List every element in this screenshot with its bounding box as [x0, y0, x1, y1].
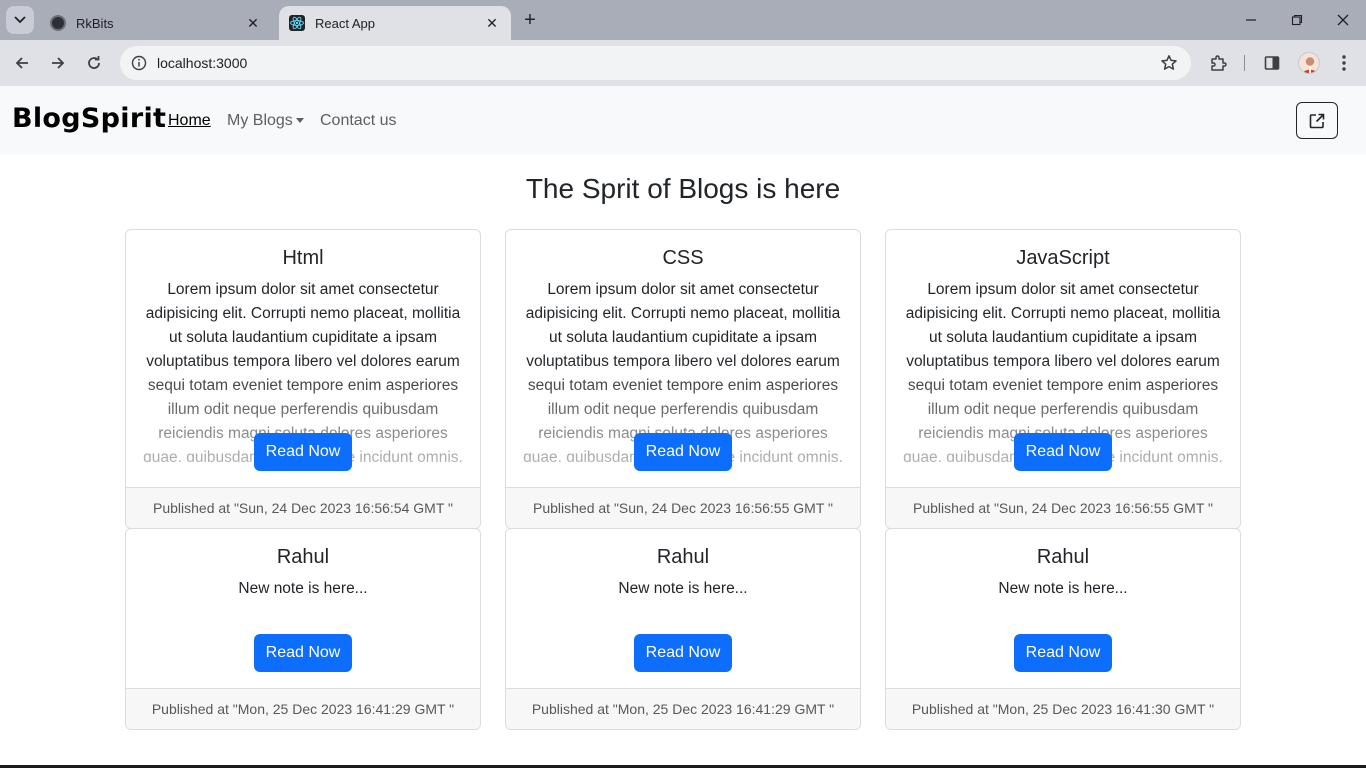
- card-title: Rahul: [656, 546, 710, 568]
- extensions-icon[interactable]: [1206, 51, 1230, 75]
- blog-card: Rahul New note is here... Read Now Publi…: [125, 528, 481, 730]
- card-title: JavaScript: [1016, 247, 1110, 269]
- blog-card: JavaScript Lorem ipsum dolor sit amet co…: [885, 229, 1241, 529]
- external-link-button[interactable]: [1296, 102, 1338, 139]
- card-title: Rahul: [276, 546, 330, 568]
- brand-logo[interactable]: BlogSpirit: [12, 103, 166, 134]
- restore-icon[interactable]: [1285, 8, 1309, 32]
- toolbar-separator: [1244, 55, 1245, 71]
- tab-title: RkBits: [76, 15, 114, 31]
- url-text[interactable]: localhost:3000: [157, 55, 247, 71]
- nav-link-my-blogs[interactable]: My Blogs: [227, 112, 304, 130]
- read-now-button[interactable]: Read Now: [254, 433, 352, 471]
- web-page: BlogSpirit Home My Blogs Contact us The …: [0, 86, 1366, 766]
- tab-search-icon[interactable]: [6, 6, 34, 34]
- card-footer: Published at "Sun, 24 Dec 2023 16:56:55 …: [506, 487, 860, 528]
- read-now-button[interactable]: Read Now: [1014, 634, 1112, 672]
- blog-card: Rahul New note is here... Read Now Publi…: [505, 528, 861, 730]
- reload-icon[interactable]: [82, 51, 106, 75]
- tab-rkbits[interactable]: RkBits ✕: [40, 6, 272, 40]
- nav-link-contact[interactable]: Contact us: [320, 112, 396, 130]
- tab-title: React App: [315, 15, 375, 31]
- new-tab-icon[interactable]: +: [519, 9, 541, 31]
- nav-link-home[interactable]: Home: [168, 112, 211, 130]
- card-title: Rahul: [1036, 546, 1090, 568]
- forward-icon[interactable]: [46, 51, 70, 75]
- page-heading: The Sprit of Blogs is here: [525, 173, 841, 204]
- card-text: New note is here...: [998, 580, 1128, 597]
- blog-card: Rahul New note is here... Read Now Publi…: [885, 528, 1241, 730]
- read-now-button[interactable]: Read Now: [634, 634, 732, 672]
- card-footer: Published at "Sun, 24 Dec 2023 16:56:54 …: [126, 487, 480, 528]
- close-window-icon[interactable]: [1331, 8, 1355, 32]
- profile-avatar[interactable]: [1298, 52, 1320, 74]
- card-title: CSS: [662, 247, 704, 269]
- external-link-icon: [1309, 113, 1325, 128]
- read-now-button[interactable]: Read Now: [1014, 433, 1112, 471]
- caret-down-icon: [295, 118, 304, 124]
- card-title: Html: [282, 247, 324, 269]
- browser-toolbar: localhost:3000: [0, 40, 1366, 86]
- nav-link-label: My Blogs: [227, 112, 293, 129]
- read-now-button[interactable]: Read Now: [634, 433, 732, 471]
- close-icon[interactable]: ✕: [244, 14, 262, 32]
- react-favicon-icon: [289, 15, 305, 31]
- blog-card: Html Lorem ipsum dolor sit amet consecte…: [125, 229, 481, 529]
- minimize-icon[interactable]: [1239, 8, 1263, 32]
- tab-react-app[interactable]: React App ✕: [279, 6, 511, 40]
- card-footer: Published at "Mon, 25 Dec 2023 16:41:29 …: [126, 688, 480, 729]
- address-bar[interactable]: localhost:3000: [120, 46, 1191, 80]
- rkbits-favicon-icon: [50, 15, 66, 31]
- back-icon[interactable]: [10, 51, 34, 75]
- card-footer: Published at "Mon, 25 Dec 2023 16:41:29 …: [506, 688, 860, 729]
- navbar: BlogSpirit Home My Blogs Contact us: [0, 86, 1366, 155]
- site-info-icon[interactable]: [130, 54, 148, 72]
- menu-icon[interactable]: [1332, 51, 1356, 75]
- card-text: New note is here...: [618, 580, 748, 597]
- card-footer: Published at "Mon, 25 Dec 2023 16:41:30 …: [886, 688, 1240, 729]
- tab-strip: RkBits ✕ React App ✕ +: [0, 0, 1366, 40]
- read-now-button[interactable]: Read Now: [254, 634, 352, 672]
- card-text: New note is here...: [238, 580, 368, 597]
- card-footer: Published at "Sun, 24 Dec 2023 16:56:55 …: [886, 487, 1240, 528]
- side-panel-icon[interactable]: [1260, 51, 1284, 75]
- bookmark-star-icon[interactable]: [1159, 53, 1179, 73]
- blog-card: CSS Lorem ipsum dolor sit amet consectet…: [505, 229, 861, 529]
- close-icon[interactable]: ✕: [483, 14, 501, 32]
